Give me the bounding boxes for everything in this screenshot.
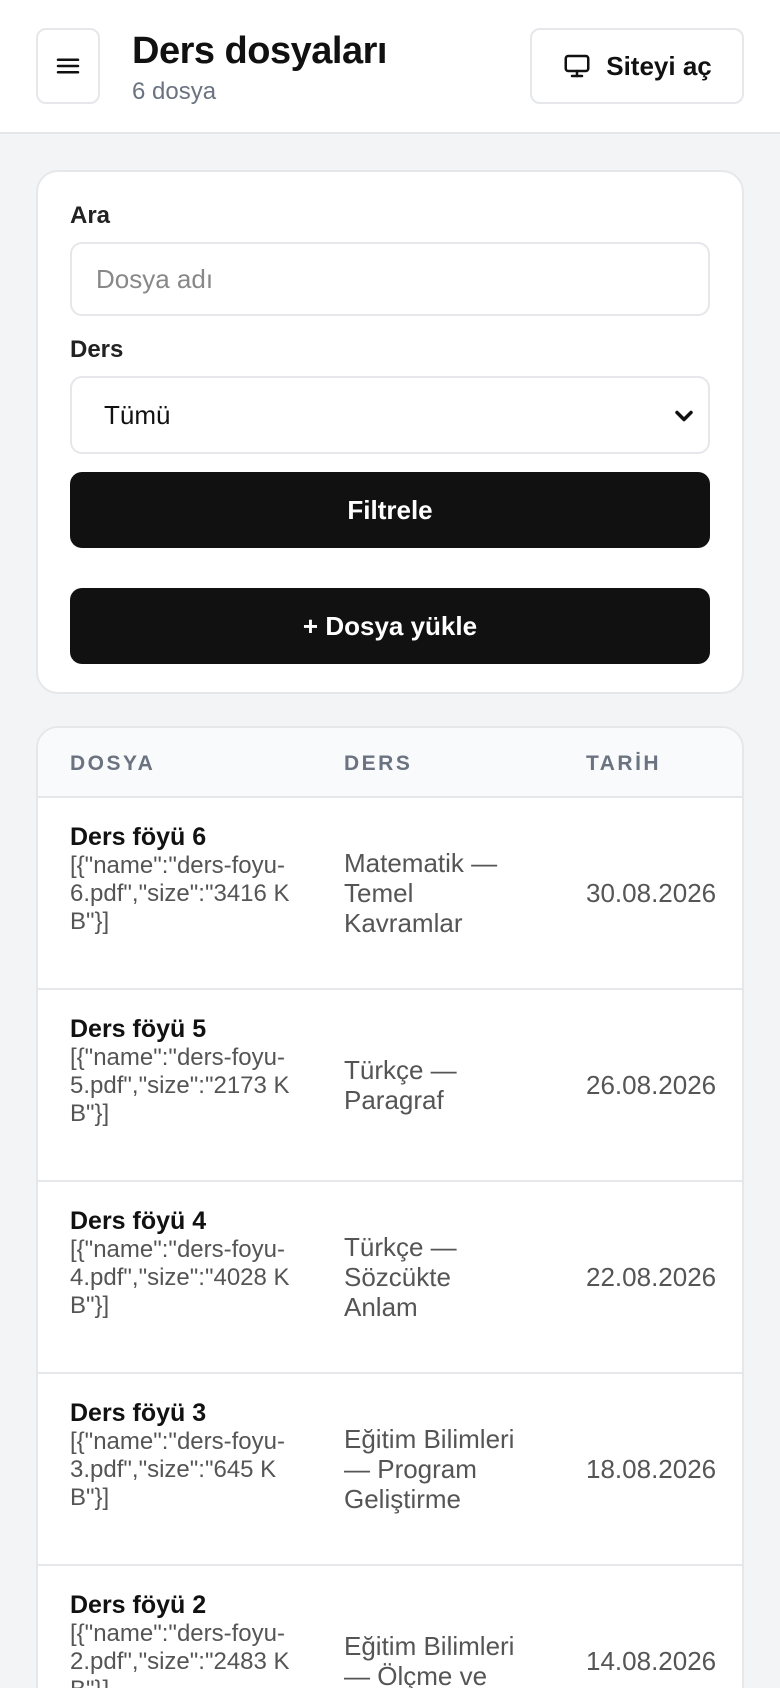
course-cell: Türkçe — Paragraf (344, 1055, 457, 1115)
file-meta: [{"name":"ders-foyu-5.pdf","size":"2173 … (70, 1044, 290, 1127)
course-select-value: Tümü (104, 399, 171, 430)
file-meta: [{"name":"ders-foyu-4.pdf","size":"4028 … (70, 1236, 290, 1319)
file-cell: Ders föyü 2 [{"name":"ders-foyu-2.pdf","… (70, 1590, 300, 1688)
search-input[interactable] (70, 242, 710, 316)
file-title: Ders föyü 5 (70, 1015, 207, 1043)
course-cell: Eğitim Bilimleri — Program Geliştirme (344, 1424, 515, 1514)
date-cell: 30.08.2026 (586, 877, 717, 908)
file-cell: Ders föyü 5 [{"name":"ders-foyu-5.pdf","… (70, 1014, 300, 1128)
course-label: Ders (70, 336, 124, 363)
title-block: Ders dosyaları 6 dosya (132, 30, 387, 106)
course-cell: Matematik — Temel Kavramlar (344, 848, 498, 938)
file-count: 6 dosya (132, 78, 217, 105)
file-cell: Ders föyü 6 [{"name":"ders-foyu-6.pdf","… (70, 822, 300, 936)
chevron-down-icon (675, 410, 693, 422)
upload-file-button[interactable]: + Dosya yükle (70, 588, 710, 664)
open-site-button[interactable]: Siteyi aç (530, 28, 744, 104)
menu-button[interactable] (36, 28, 100, 104)
date-cell: 14.08.2026 (586, 1645, 717, 1676)
course-cell: Eğitim Bilimleri — Ölçme ve (344, 1631, 515, 1688)
file-cell: Ders föyü 3 [{"name":"ders-foyu-3.pdf","… (70, 1398, 300, 1512)
table-row[interactable]: Ders föyü 6 [{"name":"ders-foyu-6.pdf","… (38, 798, 742, 990)
filter-card: Ara Ders Tümü Filtrele + Dosya yükle (36, 170, 744, 694)
file-title: Ders föyü 3 (70, 1399, 207, 1427)
file-meta: [{"name":"ders-foyu-3.pdf","size":"645 K… (70, 1428, 285, 1511)
file-title: Ders föyü 6 (70, 823, 207, 851)
date-cell: 26.08.2026 (586, 1069, 717, 1100)
page-title: Ders dosyaları (132, 30, 387, 72)
files-table: DOSYA DERS TARİH Ders föyü 6 [{"name":"d… (36, 726, 744, 1688)
file-meta: [{"name":"ders-foyu-2.pdf","size":"2483 … (70, 1620, 290, 1688)
monitor-icon (564, 54, 590, 78)
column-header-date: TARİH (586, 752, 662, 775)
column-header-course: DERS (344, 752, 413, 775)
file-title: Ders föyü 4 (70, 1207, 207, 1235)
file-cell: Ders föyü 4 [{"name":"ders-foyu-4.pdf","… (70, 1206, 300, 1320)
hamburger-menu-icon (56, 58, 80, 74)
course-select[interactable]: Tümü (70, 376, 710, 454)
open-site-label: Siteyi aç (606, 50, 712, 81)
date-cell: 18.08.2026 (586, 1453, 717, 1484)
search-label: Ara (70, 202, 111, 229)
table-header: DOSYA DERS TARİH (38, 728, 742, 798)
filter-button[interactable]: Filtrele (70, 472, 710, 548)
date-cell: 22.08.2026 (586, 1261, 717, 1292)
table-row[interactable]: Ders föyü 5 [{"name":"ders-foyu-5.pdf","… (38, 990, 742, 1182)
top-bar: Ders dosyaları 6 dosya Siteyi aç (0, 0, 780, 134)
file-meta: [{"name":"ders-foyu-6.pdf","size":"3416 … (70, 852, 290, 935)
course-cell: Türkçe — Sözcükte Anlam (344, 1232, 457, 1322)
file-title: Ders föyü 2 (70, 1591, 207, 1619)
column-header-file: DOSYA (70, 752, 156, 775)
table-row[interactable]: Ders föyü 4 [{"name":"ders-foyu-4.pdf","… (38, 1182, 742, 1374)
table-row[interactable]: Ders föyü 2 [{"name":"ders-foyu-2.pdf","… (38, 1566, 742, 1688)
table-row[interactable]: Ders föyü 3 [{"name":"ders-foyu-3.pdf","… (38, 1374, 742, 1566)
